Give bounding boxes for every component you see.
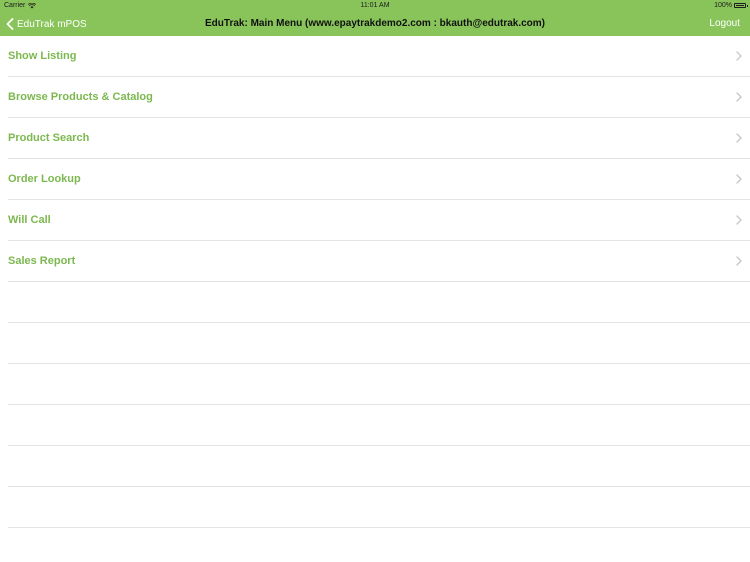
battery-indicator: 100% xyxy=(714,2,748,9)
status-time: 11:01 AM xyxy=(360,2,390,9)
back-button[interactable]: EduTrak mPOS xyxy=(6,16,87,32)
empty-row xyxy=(8,405,750,446)
battery-percent: 100% xyxy=(714,2,732,9)
page-title: EduTrak: Main Menu (www.epaytrakdemo2.co… xyxy=(205,18,545,29)
menu-item-label: Show Listing xyxy=(8,50,77,62)
status-bar: Carrier 11:01 AM 100% xyxy=(0,0,750,12)
menu-item-product-search[interactable]: Product Search xyxy=(8,118,750,159)
navigation-bar: EduTrak mPOS EduTrak: Main Menu (www.epa… xyxy=(0,12,750,36)
menu-item-will-call[interactable]: Will Call xyxy=(8,200,750,241)
empty-row xyxy=(8,487,750,528)
menu-item-label: Product Search xyxy=(8,132,90,144)
chevron-left-icon xyxy=(6,18,14,30)
battery-icon xyxy=(734,3,748,8)
menu-item-order-lookup[interactable]: Order Lookup xyxy=(8,159,750,200)
menu-item-browse-products[interactable]: Browse Products & Catalog xyxy=(8,77,750,118)
menu-item-label: Sales Report xyxy=(8,255,76,267)
chevron-right-icon xyxy=(736,256,742,266)
empty-row xyxy=(8,364,750,405)
chevron-right-icon xyxy=(736,51,742,61)
top-bar: Carrier 11:01 AM 100% EduTrak mPOS EduTr… xyxy=(0,0,750,36)
main-menu-list: Show Listing Browse Products & Catalog P… xyxy=(0,36,750,528)
menu-item-label: Browse Products & Catalog xyxy=(8,91,153,103)
menu-item-sales-report[interactable]: Sales Report xyxy=(8,241,750,282)
empty-row xyxy=(8,446,750,487)
empty-row xyxy=(8,282,750,323)
chevron-right-icon xyxy=(736,215,742,225)
chevron-right-icon xyxy=(736,174,742,184)
chevron-right-icon xyxy=(736,92,742,102)
menu-item-show-listing[interactable]: Show Listing xyxy=(8,36,750,77)
empty-row xyxy=(8,323,750,364)
menu-item-label: Order Lookup xyxy=(8,173,81,185)
back-button-label: EduTrak mPOS xyxy=(17,18,87,30)
menu-item-label: Will Call xyxy=(8,214,51,226)
chevron-right-icon xyxy=(736,133,742,143)
logout-button[interactable]: Logout xyxy=(709,16,740,32)
